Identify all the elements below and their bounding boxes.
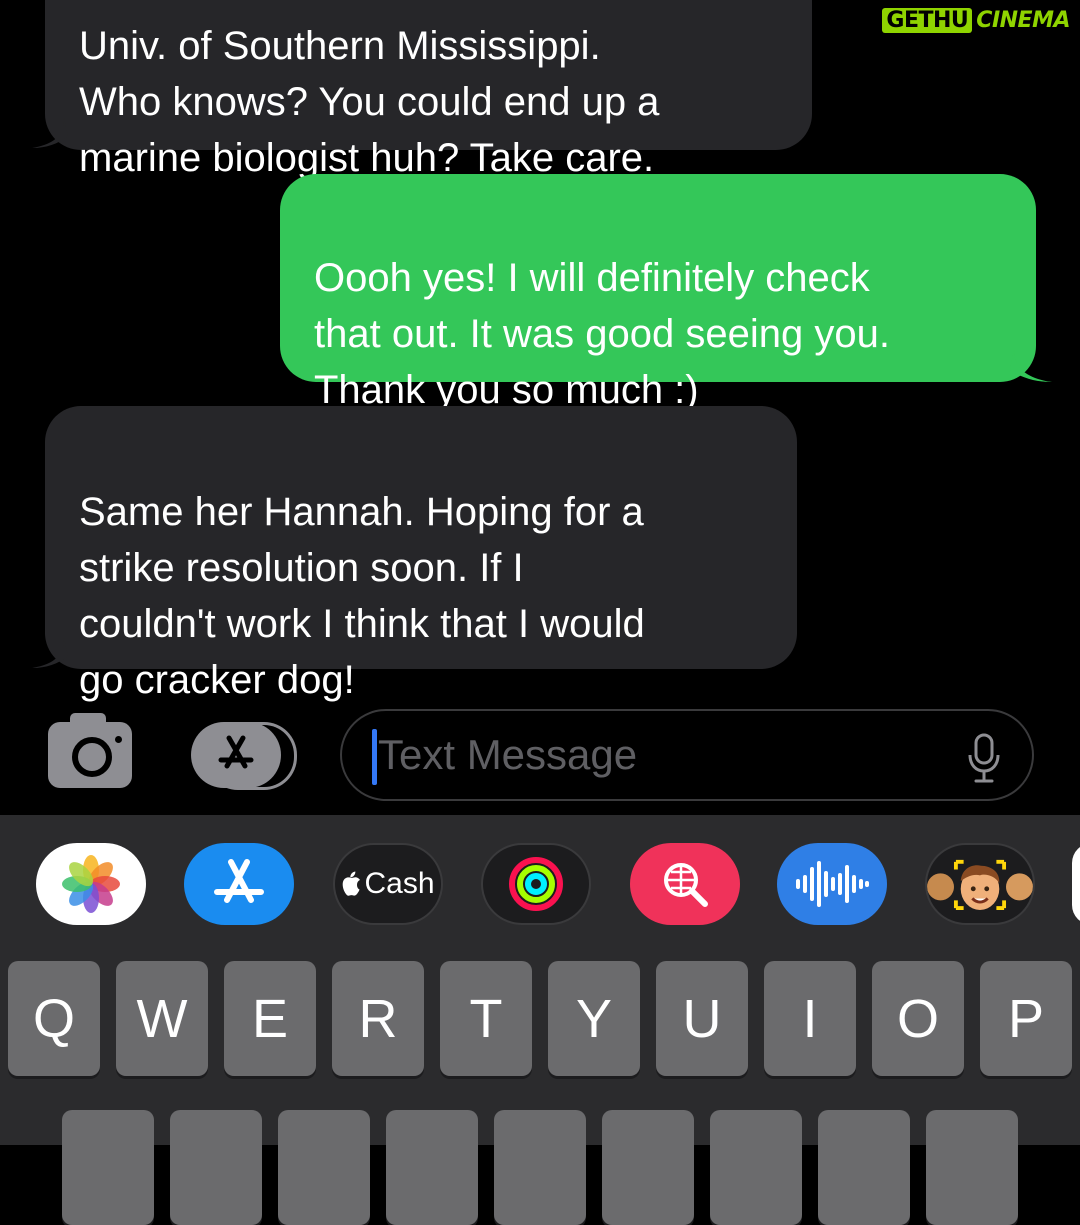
watermark-part-1: GETHU xyxy=(882,8,973,33)
audio-waveform-icon[interactable] xyxy=(777,843,887,925)
key[interactable] xyxy=(170,1110,262,1225)
text-cursor xyxy=(372,729,377,785)
incoming-message[interactable]: Same her Hannah. Hoping for a strike res… xyxy=(45,406,797,702)
memoji-icon[interactable] xyxy=(925,843,1035,925)
outgoing-message[interactable]: Oooh yes! I will definitely check that o… xyxy=(280,174,1036,412)
message-input[interactable] xyxy=(378,725,938,785)
key-r[interactable]: R xyxy=(332,961,424,1076)
key-u[interactable]: U xyxy=(656,961,748,1076)
keyboard: Cash Q W E R T Y U I O P xyxy=(0,815,1080,1225)
key-o[interactable]: O xyxy=(872,961,964,1076)
message-text: Univ. of Southern Mississippi. Who knows… xyxy=(79,24,660,180)
app-store-icon[interactable] xyxy=(191,722,297,790)
photos-icon[interactable] xyxy=(36,843,146,925)
key[interactable] xyxy=(386,1110,478,1225)
bubble-tail xyxy=(32,638,68,668)
camera-icon[interactable] xyxy=(48,713,132,788)
watermark: GETHU CINEMA xyxy=(882,8,1074,33)
message-text: Same her Hannah. Hoping for a strike res… xyxy=(79,490,645,702)
activity-rings-icon[interactable] xyxy=(481,843,591,925)
more-apps-edge[interactable] xyxy=(1072,843,1080,925)
bubble-tail xyxy=(1010,350,1052,382)
key-w[interactable]: W xyxy=(116,961,208,1076)
key-t[interactable]: T xyxy=(440,961,532,1076)
app-store-icon[interactable] xyxy=(184,843,294,925)
app-drawer: Cash xyxy=(0,843,1080,928)
key[interactable] xyxy=(494,1110,586,1225)
message-text: Oooh yes! I will definitely check that o… xyxy=(314,256,890,412)
key-q[interactable]: Q xyxy=(8,961,100,1076)
apple-logo-icon xyxy=(343,871,361,896)
key[interactable] xyxy=(926,1110,1018,1225)
incoming-message[interactable]: Univ. of Southern Mississippi. Who knows… xyxy=(45,0,812,180)
key-e[interactable]: E xyxy=(224,961,316,1076)
message-text-field[interactable] xyxy=(340,709,1034,801)
key[interactable] xyxy=(62,1110,154,1225)
key-i[interactable]: I xyxy=(764,961,856,1076)
cash-label: Cash xyxy=(364,867,435,900)
key[interactable] xyxy=(278,1110,370,1225)
message-composer xyxy=(0,700,1080,815)
key-p[interactable]: P xyxy=(980,961,1072,1076)
watermark-part-2: CINEMA xyxy=(976,8,1070,33)
microphone-icon[interactable] xyxy=(966,733,1002,785)
key[interactable] xyxy=(818,1110,910,1225)
bubble-tail xyxy=(32,118,68,148)
key-y[interactable]: Y xyxy=(548,961,640,1076)
key[interactable] xyxy=(710,1110,802,1225)
key[interactable] xyxy=(602,1110,694,1225)
globe-search-icon[interactable] xyxy=(630,843,740,925)
apple-cash-button[interactable]: Cash xyxy=(333,843,443,925)
